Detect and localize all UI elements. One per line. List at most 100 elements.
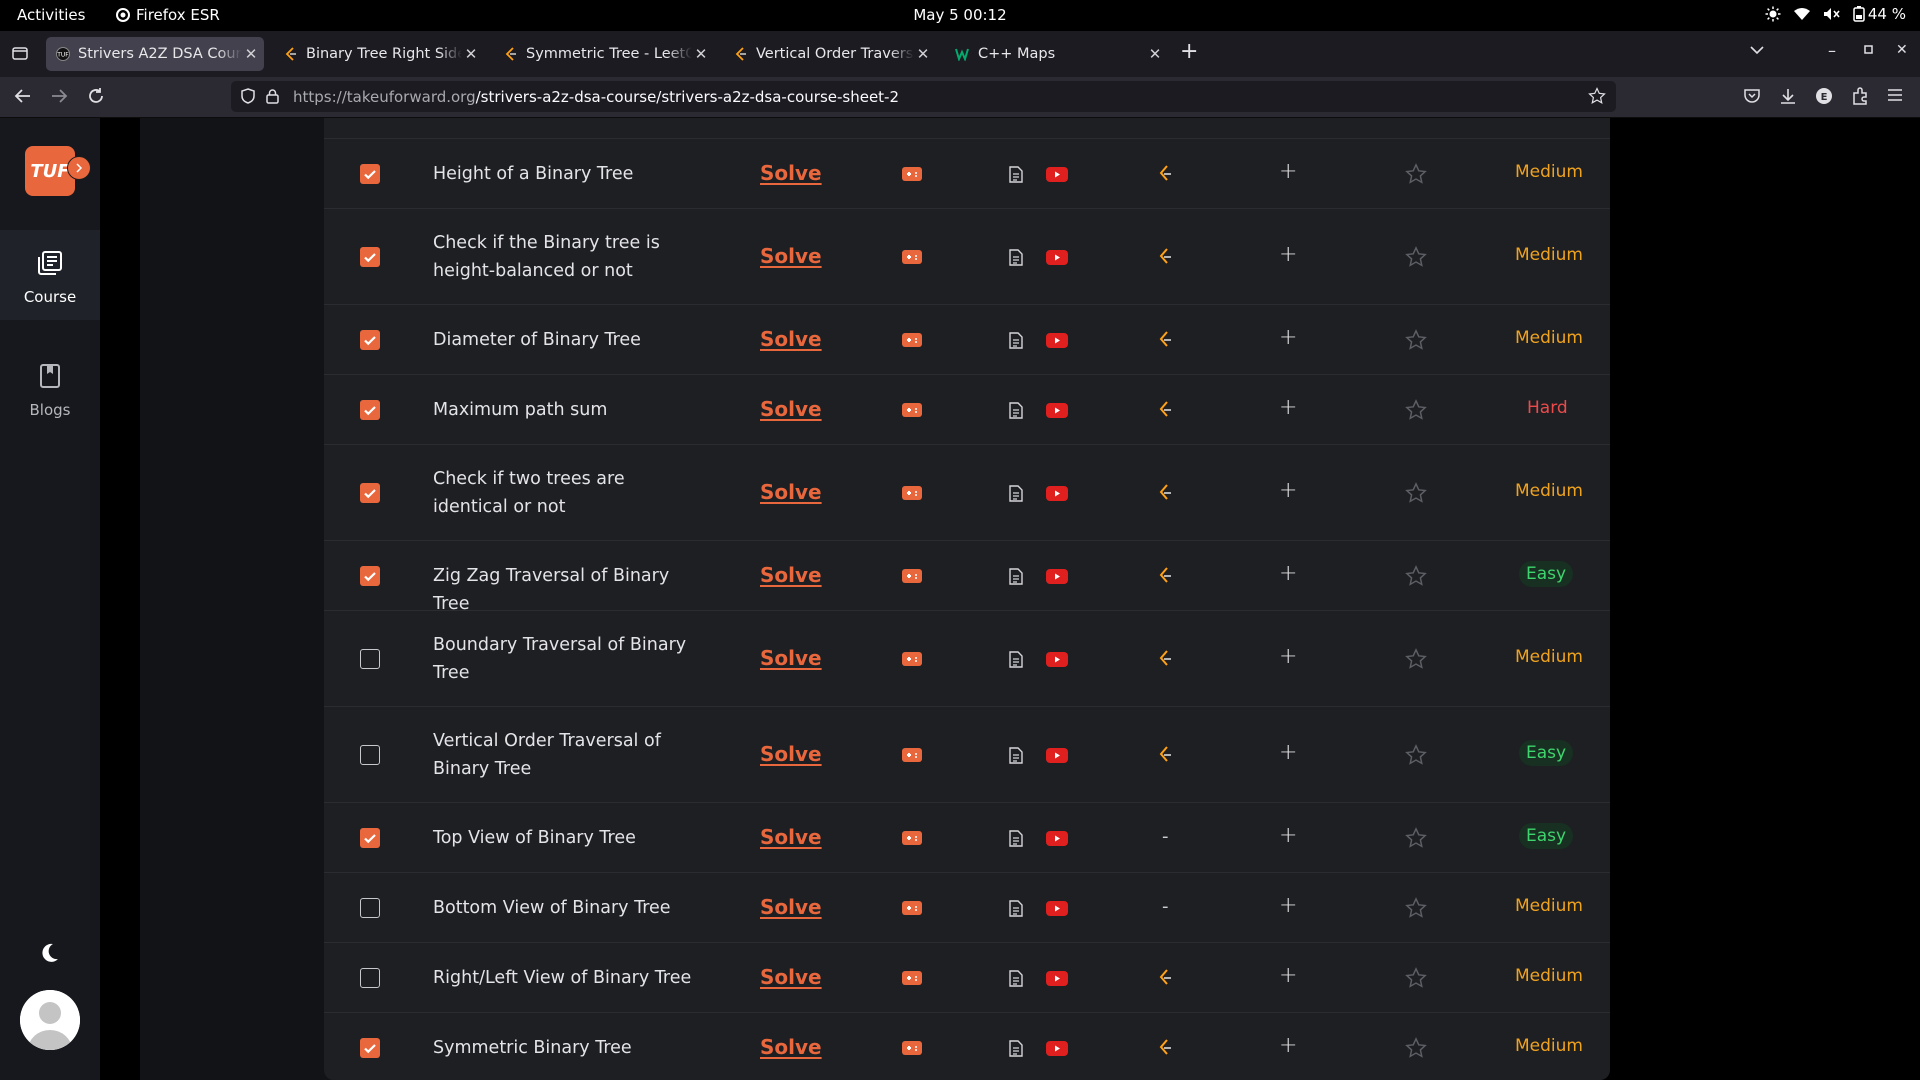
shield-icon[interactable] [241, 88, 255, 104]
article-icon[interactable] [1009, 900, 1023, 917]
lock-icon[interactable] [266, 88, 279, 104]
article-icon[interactable] [1009, 830, 1023, 847]
practice-icon[interactable] [902, 831, 922, 845]
problem-checkbox[interactable] [360, 566, 380, 586]
star-icon[interactable] [1405, 967, 1427, 989]
practice-icon[interactable] [902, 250, 922, 264]
close-icon[interactable]: ✕ [462, 45, 480, 63]
add-note-button[interactable]: + [1279, 159, 1297, 184]
minimize-button[interactable]: – [1828, 41, 1836, 60]
youtube-icon[interactable] [1046, 831, 1068, 846]
article-icon[interactable] [1009, 970, 1023, 987]
add-note-button[interactable]: + [1279, 644, 1297, 669]
youtube-icon[interactable] [1046, 1041, 1068, 1056]
bookmark-star-icon[interactable] [1588, 87, 1606, 105]
reload-icon[interactable] [87, 87, 105, 105]
practice-icon[interactable] [902, 971, 922, 985]
clock[interactable]: May 5 00:12 [913, 6, 1006, 24]
solve-link[interactable]: Solve [760, 825, 822, 849]
youtube-icon[interactable] [1046, 748, 1068, 763]
back-icon[interactable] [14, 87, 32, 105]
extensions-icon[interactable] [1851, 87, 1869, 105]
add-note-button[interactable]: + [1279, 1033, 1297, 1058]
article-icon[interactable] [1009, 485, 1023, 502]
add-note-button[interactable]: + [1279, 478, 1297, 503]
youtube-icon[interactable] [1046, 569, 1068, 584]
youtube-icon[interactable] [1046, 333, 1068, 348]
moon-icon[interactable] [38, 942, 60, 964]
menu-icon[interactable] [1887, 87, 1903, 103]
star-icon[interactable] [1405, 897, 1427, 919]
article-icon[interactable] [1009, 332, 1023, 349]
practice-icon[interactable] [902, 333, 922, 347]
tab-strivers-sheet[interactable]: TUF Strivers A2Z DSA Course/ Sheet ✕ [46, 37, 264, 71]
solve-link[interactable]: Solve [760, 646, 822, 670]
practice-icon[interactable] [902, 748, 922, 762]
problem-checkbox[interactable] [360, 330, 380, 350]
problem-checkbox[interactable] [360, 1038, 380, 1058]
solve-link[interactable]: Solve [760, 327, 822, 351]
practice-icon[interactable] [902, 1041, 922, 1055]
close-icon[interactable]: ✕ [242, 45, 260, 63]
add-note-button[interactable]: + [1279, 740, 1297, 765]
solve-link[interactable]: Solve [760, 397, 822, 421]
tab-binary-tree-right-side[interactable]: Binary Tree Right Side View ✕ [274, 37, 484, 71]
tab-vertical-order[interactable]: Vertical Order Traversal of ✕ [724, 37, 936, 71]
leetcode-icon[interactable] [1158, 1039, 1172, 1057]
add-note-button[interactable]: + [1279, 561, 1297, 586]
star-icon[interactable] [1405, 827, 1427, 849]
problem-checkbox[interactable] [360, 483, 380, 503]
problem-checkbox[interactable] [360, 164, 380, 184]
youtube-icon[interactable] [1046, 167, 1068, 182]
solve-link[interactable]: Solve [760, 895, 822, 919]
problem-checkbox[interactable] [360, 898, 380, 918]
practice-icon[interactable] [902, 569, 922, 583]
youtube-icon[interactable] [1046, 971, 1068, 986]
problem-checkbox[interactable] [360, 745, 380, 765]
star-icon[interactable] [1405, 399, 1427, 421]
article-icon[interactable] [1009, 166, 1023, 183]
leetcode-icon[interactable] [1158, 331, 1172, 349]
add-note-button[interactable]: + [1279, 963, 1297, 988]
solve-link[interactable]: Solve [760, 480, 822, 504]
article-icon[interactable] [1009, 1040, 1023, 1057]
problem-checkbox[interactable] [360, 247, 380, 267]
maximize-button[interactable] [1864, 45, 1873, 54]
add-note-button[interactable]: + [1279, 325, 1297, 350]
close-icon[interactable]: ✕ [914, 45, 932, 63]
url-bar[interactable]: https://takeuforward.org/strivers-a2z-ds… [231, 81, 1616, 112]
practice-icon[interactable] [902, 901, 922, 915]
article-icon[interactable] [1009, 651, 1023, 668]
tab-cpp-maps[interactable]: C++ Maps ✕ [946, 37, 1168, 71]
star-icon[interactable] [1405, 1037, 1427, 1059]
leetcode-icon[interactable] [1158, 567, 1172, 585]
solve-link[interactable]: Solve [760, 1035, 822, 1059]
new-tab-button[interactable]: + [1180, 39, 1198, 64]
practice-icon[interactable] [902, 652, 922, 666]
leetcode-icon[interactable] [1158, 248, 1172, 266]
problem-checkbox[interactable] [360, 649, 380, 669]
system-tray[interactable]: 44 % [1765, 5, 1906, 23]
tab-symmetric-tree[interactable]: Symmetric Tree - LeetCode ✕ [494, 37, 714, 71]
url-text[interactable]: https://takeuforward.org/strivers-a2z-ds… [293, 88, 899, 106]
add-note-button[interactable]: + [1279, 823, 1297, 848]
star-icon[interactable] [1405, 163, 1427, 185]
downloads-icon[interactable] [1779, 87, 1797, 105]
app-menu[interactable]: Firefox ESR [116, 6, 220, 24]
youtube-icon[interactable] [1046, 403, 1068, 418]
problem-checkbox[interactable] [360, 400, 380, 420]
add-note-button[interactable]: + [1279, 893, 1297, 918]
solve-link[interactable]: Solve [760, 965, 822, 989]
pocket-icon[interactable] [1743, 87, 1761, 105]
practice-icon[interactable] [902, 167, 922, 181]
star-icon[interactable] [1405, 648, 1427, 670]
practice-icon[interactable] [902, 403, 922, 417]
sidebar-item-course[interactable]: Course [0, 230, 100, 320]
firefox-view-icon[interactable] [12, 45, 28, 61]
article-icon[interactable] [1009, 568, 1023, 585]
star-icon[interactable] [1405, 565, 1427, 587]
article-icon[interactable] [1009, 747, 1023, 764]
leetcode-icon[interactable] [1158, 401, 1172, 419]
youtube-icon[interactable] [1046, 486, 1068, 501]
list-all-tabs-icon[interactable] [1750, 45, 1764, 55]
